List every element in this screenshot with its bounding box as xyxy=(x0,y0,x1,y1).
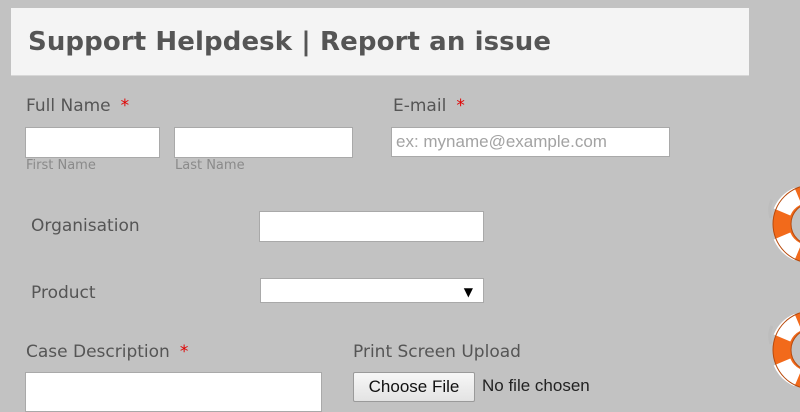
form-header: Support Helpdesk | Report an issue xyxy=(11,8,749,76)
required-marker: * xyxy=(179,342,189,362)
choose-file-button[interactable]: Choose File xyxy=(353,372,475,402)
email-label: E-mail * xyxy=(393,96,465,116)
case-description-textarea[interactable] xyxy=(25,372,322,412)
email-input[interactable] xyxy=(391,127,670,157)
page-title: Support Helpdesk | Report an issue xyxy=(28,27,552,57)
last-name-sublabel: Last Name xyxy=(175,158,245,173)
print-screen-upload-label: Print Screen Upload xyxy=(353,342,521,362)
file-status-text: No file chosen xyxy=(482,376,590,395)
organisation-label: Organisation xyxy=(31,216,140,236)
case-description-label: Case Description * xyxy=(26,342,189,362)
required-marker: * xyxy=(456,96,465,116)
lifebuoy-icon xyxy=(768,312,800,388)
product-label: Product xyxy=(31,283,96,303)
first-name-input[interactable] xyxy=(25,127,160,158)
product-select[interactable]: ▼ xyxy=(260,278,484,303)
last-name-input[interactable] xyxy=(174,127,353,158)
full-name-label: Full Name * xyxy=(26,96,130,116)
first-name-sublabel: First Name xyxy=(26,158,96,173)
required-marker: * xyxy=(120,96,130,116)
lifebuoy-icon xyxy=(768,186,800,262)
organisation-input[interactable] xyxy=(259,211,484,242)
dropdown-arrow-icon: ▼ xyxy=(463,285,473,299)
